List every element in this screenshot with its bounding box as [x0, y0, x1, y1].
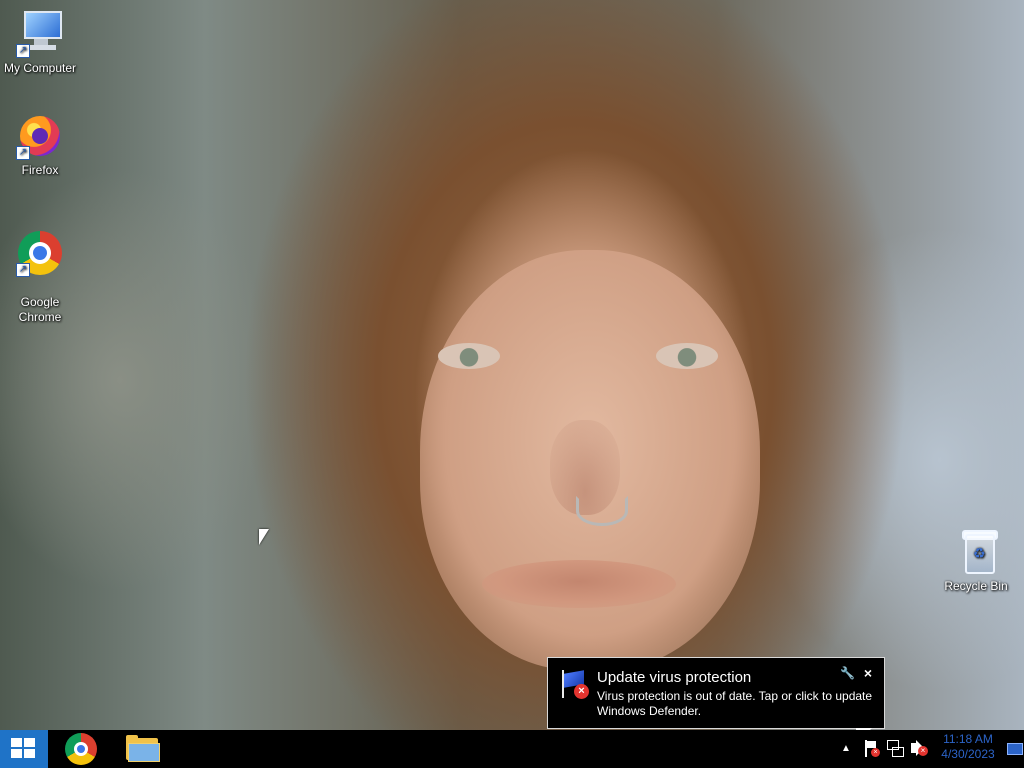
- clock-time: 11:18 AM: [943, 732, 993, 746]
- wallpaper-left-eye: [438, 343, 500, 369]
- desktop-icon-label: My Computer: [3, 61, 77, 75]
- clock-date: 4/30/2023: [941, 747, 995, 761]
- taskbar-file-explorer-button[interactable]: [112, 730, 170, 768]
- start-button[interactable]: [0, 730, 48, 768]
- chevron-up-icon[interactable]: ▲: [838, 730, 854, 768]
- desktop-icon-label: Recycle Bin: [944, 579, 1008, 593]
- desktop-icon-label: Google Chrome: [18, 295, 62, 324]
- notification-message: Virus protection is out of date. Tap or …: [597, 689, 873, 718]
- defender-warning-flag-icon: ×: [558, 668, 590, 700]
- show-desktop-icon: [1007, 743, 1023, 755]
- recycle-bin-icon: ♻: [952, 528, 1000, 576]
- shortcut-arrow-icon: ↗: [16, 44, 30, 58]
- wallpaper-right-eye: [656, 343, 718, 369]
- desktop-icon-firefox[interactable]: ↗ Firefox: [0, 112, 80, 178]
- windows-defender-notification[interactable]: × Update virus protection Virus protecti…: [547, 657, 885, 729]
- shortcut-arrow-icon: ↗: [16, 146, 30, 160]
- desktop-icon-recycle-bin[interactable]: ♻ Recycle Bin: [936, 528, 1016, 594]
- taskbar-chrome-button[interactable]: [52, 730, 110, 768]
- show-desktop-button[interactable]: [1003, 730, 1024, 768]
- desktop-icon-google-chrome[interactable]: ↗ Google Chrome: [0, 214, 80, 340]
- wallpaper-nose-ring: [576, 496, 628, 526]
- mouse-pointer-icon: [259, 529, 269, 545]
- taskbar: ▲ × × 11:18 AM 4/30/2023: [0, 730, 1024, 768]
- desktop-icon-my-computer[interactable]: ↗ My Computer: [0, 10, 80, 76]
- desktop-wallpaper: [0, 0, 1024, 730]
- close-icon[interactable]: ×: [861, 666, 875, 680]
- taskbar-clock[interactable]: 11:18 AM 4/30/2023: [936, 730, 1000, 768]
- muted-speaker-icon[interactable]: ×: [908, 730, 928, 768]
- chrome-icon: ↗: [16, 229, 64, 277]
- network-icon[interactable]: [884, 730, 904, 768]
- windows-start-icon: [11, 738, 37, 760]
- desktop-icon-label: Firefox: [21, 163, 59, 177]
- wallpaper-mouth: [482, 560, 676, 608]
- computer-icon: ↗: [16, 10, 64, 58]
- action-center-warning-icon[interactable]: ×: [860, 730, 880, 768]
- firefox-icon: ↗: [16, 112, 64, 160]
- wrench-icon[interactable]: 🔧: [840, 666, 855, 680]
- shortcut-arrow-icon: ↗: [16, 263, 30, 277]
- notification-title: Update virus protection: [597, 669, 752, 686]
